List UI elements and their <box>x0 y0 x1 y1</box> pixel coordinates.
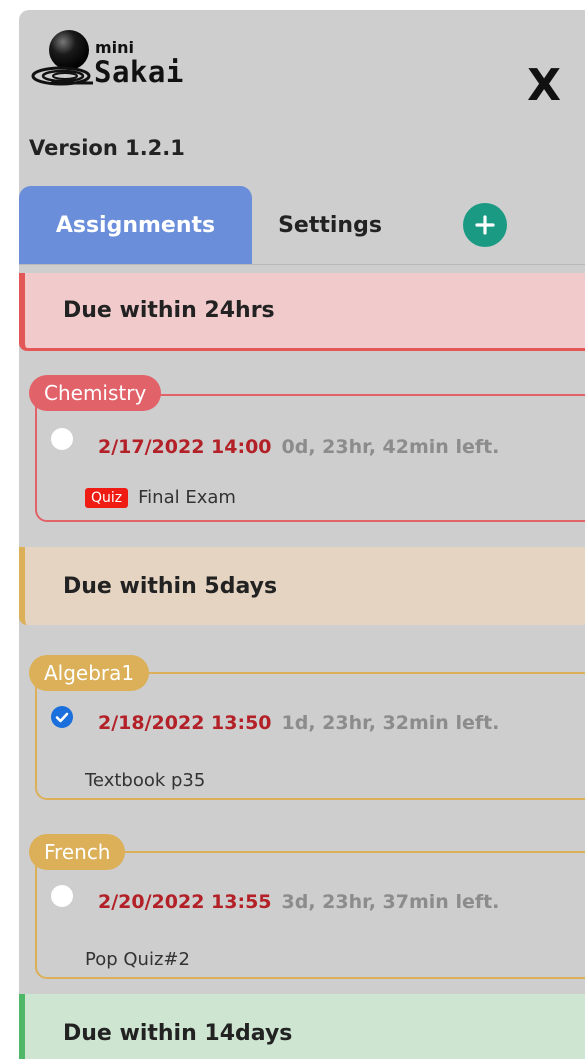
assignment-card-algebra1: 2/18/2022 13:50 1d, 23hr, 32min left. Tex… <box>35 672 585 800</box>
sakai-logo-icon <box>31 30 93 86</box>
section-due-24hrs: Due within 24hrs <box>19 273 585 351</box>
course-tag-algebra1: Algebra1 <box>29 655 150 691</box>
time-left: 1d, 23hr, 32min left. <box>281 712 500 734</box>
tab-divider <box>19 264 585 265</box>
assignment-title[interactable]: Pop Quiz#2 <box>85 949 190 970</box>
time-left: 3d, 23hr, 37min left. <box>281 891 500 913</box>
assignment-title[interactable]: Textbook p35 <box>85 770 205 791</box>
assignment-title-row: Pop Quiz#2 <box>85 949 190 970</box>
checkmark-icon <box>55 712 69 723</box>
time-left: 0d, 23hr, 42min left. <box>281 436 500 458</box>
assignment-title[interactable]: Final Exam <box>138 487 236 508</box>
assignment-card-chemistry: 2/17/2022 14:00 0d, 23hr, 42min left. Qui… <box>35 394 585 522</box>
tab-assignments[interactable]: Assignments <box>19 186 252 264</box>
assignment-title-row: Textbook p35 <box>85 770 205 791</box>
section-due-14days: Due within 14days <box>19 994 585 1059</box>
course-tag-french: French <box>29 834 126 870</box>
logo-sakai-text: Sakai <box>94 55 184 89</box>
quiz-badge: Quiz <box>85 487 129 508</box>
due-date: 2/20/2022 13:55 <box>98 891 272 913</box>
course-tag-chemistry: Chemistry <box>29 375 162 411</box>
due-date: 2/18/2022 13:50 <box>98 712 272 734</box>
close-button[interactable]: X <box>527 64 561 108</box>
due-info: 2/18/2022 13:50 1d, 23hr, 32min left. <box>98 712 499 734</box>
add-button[interactable] <box>463 203 507 247</box>
complete-checkbox[interactable] <box>51 428 73 450</box>
complete-checkbox[interactable] <box>51 885 73 907</box>
plus-icon <box>475 215 495 235</box>
app-logo: mini Sakai <box>31 26 231 96</box>
logo-mini-text: mini <box>95 38 135 57</box>
due-info: 2/17/2022 14:00 0d, 23hr, 42min left. <box>98 436 499 458</box>
tab-settings[interactable]: Settings <box>252 186 408 264</box>
due-date: 2/17/2022 14:00 <box>98 436 272 458</box>
section-due-5days: Due within 5days <box>19 547 585 625</box>
version-label: Version 1.2.1 <box>29 136 185 160</box>
assignment-card-french: 2/20/2022 13:55 3d, 23hr, 37min left. Pop… <box>35 851 585 979</box>
due-info: 2/20/2022 13:55 3d, 23hr, 37min left. <box>98 891 499 913</box>
assignment-title-row: Quiz Final Exam <box>85 487 236 508</box>
popup-panel: mini Sakai X Version 1.2.1 Assignments S… <box>19 10 585 1059</box>
complete-checkbox-checked[interactable] <box>51 706 73 728</box>
